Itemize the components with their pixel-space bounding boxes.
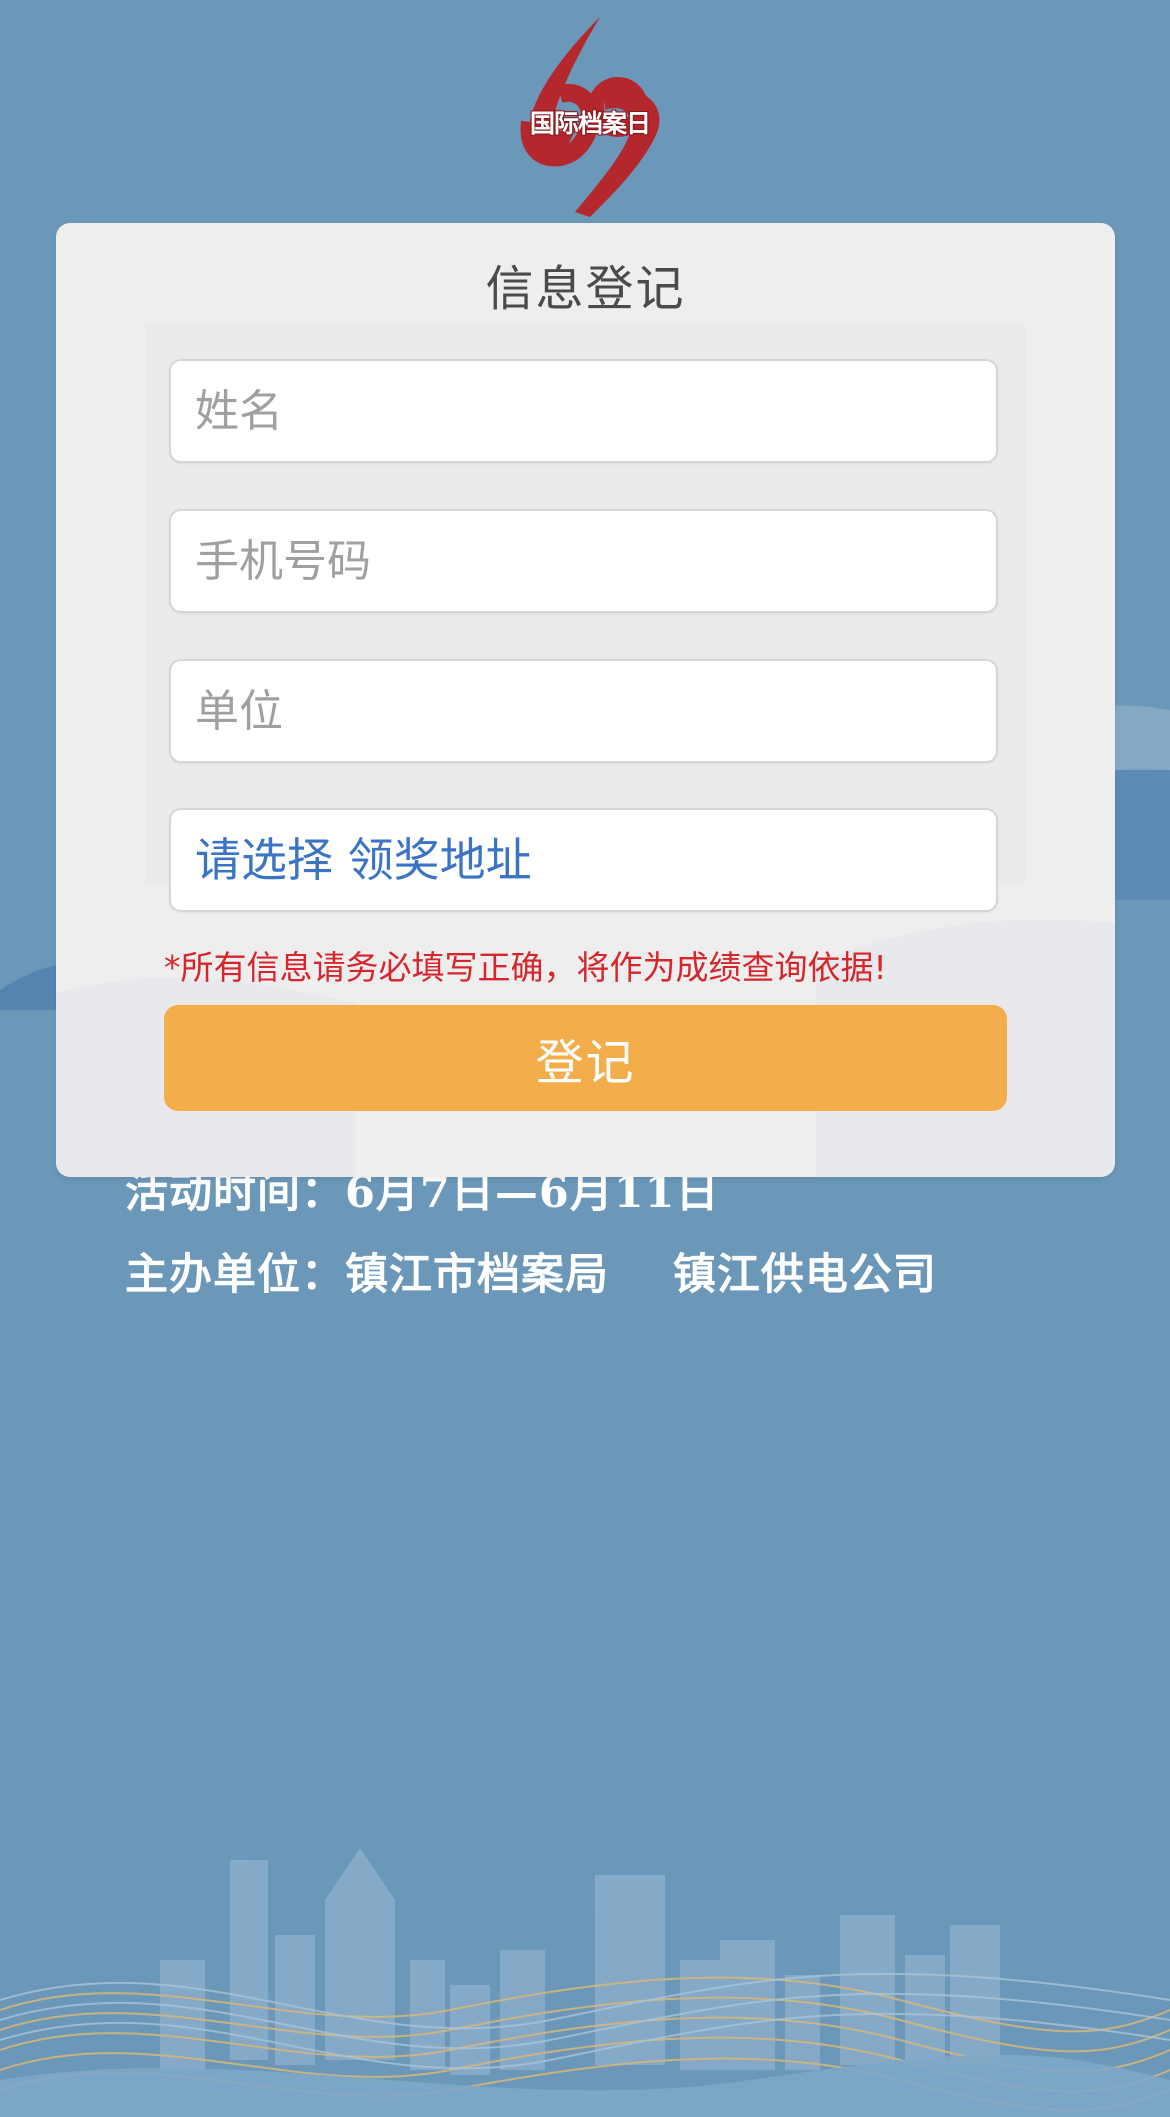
register-button[interactable]: 登记 — [164, 1005, 1007, 1111]
event-organizer-line: 主办单位：镇江市档案局 镇江供电公司 — [125, 1250, 937, 1300]
address-select[interactable]: 请选择 领奖地址 — [169, 808, 998, 912]
form-title: 信息登记 — [485, 261, 686, 317]
unit-input[interactable] — [171, 661, 996, 761]
name-input[interactable] — [171, 361, 996, 461]
name-field — [169, 359, 998, 463]
phone-input[interactable] — [171, 511, 996, 611]
address-select-label: 请选择 领奖地址 — [195, 833, 532, 887]
archives-day-logo: 国际档案日 — [505, 12, 675, 217]
phone-field — [169, 509, 998, 613]
registration-card: 信息登记 请选择 领奖地址 *所有信息请务必填写正确，将作为成绩查询依据! 登记 — [56, 223, 1115, 1177]
form-notice: *所有信息请务必填写正确，将作为成绩查询依据! — [164, 948, 887, 987]
logo-text: 国际档案日 — [529, 109, 651, 138]
unit-field — [169, 659, 998, 763]
